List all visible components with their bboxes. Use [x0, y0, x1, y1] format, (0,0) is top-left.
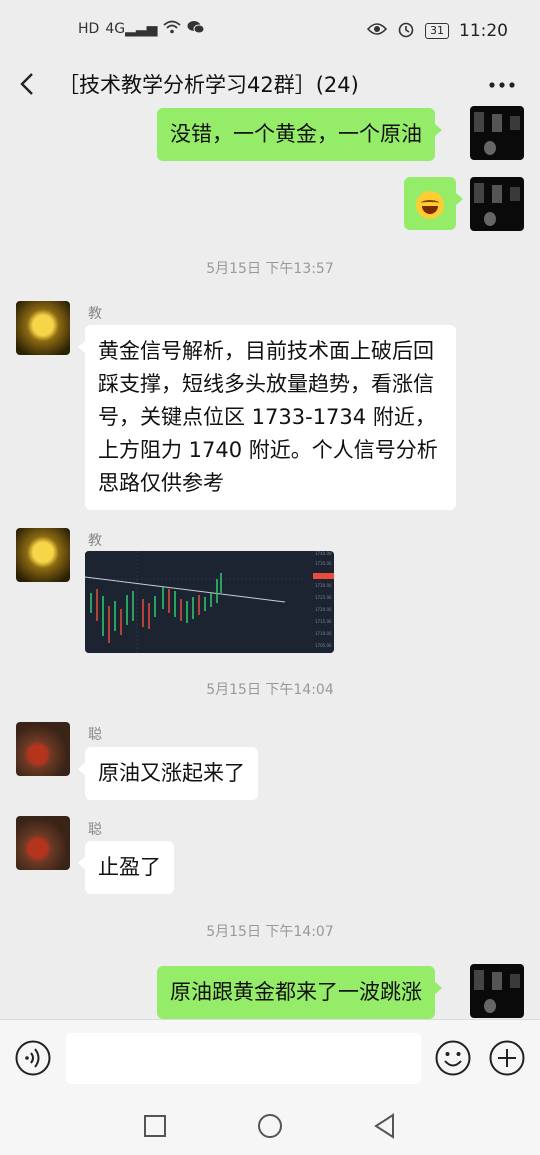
square-icon: [144, 1115, 166, 1137]
more-dots-icon: [489, 82, 515, 88]
battery-level: 31: [430, 24, 444, 37]
system-nav-bar: [0, 1097, 540, 1155]
more-options-button[interactable]: [484, 66, 520, 102]
svg-text:1740.00: 1740.00: [315, 551, 332, 556]
cong-avatar[interactable]: [16, 816, 70, 870]
back-button[interactable]: [14, 66, 44, 102]
emoji-button[interactable]: [435, 1040, 471, 1076]
timestamp: 5月15日 下午13:57: [206, 261, 334, 277]
svg-text:1705.00: 1705.00: [315, 643, 332, 648]
message-bubble[interactable]: 黄金信号解析，目前技术面上破后回踩支撑，短线多头放量趋势，看涨信号，关键点位区 …: [78, 325, 456, 510]
chat-header: ［技术教学分析学习42群］(24): [0, 62, 540, 106]
more-functions-button[interactable]: [489, 1040, 525, 1076]
cong-avatar[interactable]: [16, 722, 70, 776]
chat-title: ［技术教学分析学习42群］(24): [58, 73, 359, 97]
laughing-tears-emoji-icon: [416, 191, 444, 219]
triangle-back-icon: [374, 1113, 394, 1139]
home-button[interactable]: [255, 1111, 285, 1141]
message-bubble[interactable]: 止盈了: [78, 841, 174, 894]
hd-network-icon: HD: [78, 21, 100, 37]
timestamp: 5月15日 下午14:04: [206, 682, 334, 698]
alarm-icon: [397, 20, 415, 42]
timestamp: 5月15日 下午14:07: [206, 924, 334, 940]
self-avatar[interactable]: [470, 177, 524, 231]
recent-apps-button[interactable]: [140, 1111, 170, 1141]
message-bubble[interactable]: 原油又涨起来了: [78, 747, 258, 800]
self-avatar[interactable]: [470, 964, 524, 1018]
svg-text:1735.00: 1735.00: [315, 561, 332, 566]
chevron-left-icon: [20, 73, 33, 95]
back-nav-button[interactable]: [370, 1111, 400, 1141]
teacher-avatar[interactable]: [16, 301, 70, 355]
status-bar: HD 4G▂▃▅ 31 11:20: [0, 0, 540, 62]
signal-icon: 4G▂▃▅: [105, 21, 158, 37]
circle-icon: [258, 1114, 282, 1138]
wifi-icon: [163, 20, 181, 38]
svg-text:1730.00: 1730.00: [315, 583, 332, 588]
clock: 11:20: [459, 21, 508, 41]
voice-icon: [15, 1040, 51, 1076]
status-left: HD 4G▂▃▅: [78, 20, 205, 38]
svg-text:1715.00: 1715.00: [315, 619, 332, 624]
input-bar: [0, 1019, 540, 1097]
message-input[interactable]: [66, 1033, 421, 1084]
message-bubble[interactable]: 没错，一个黄金，一个原油: [157, 108, 442, 161]
gold-price-chart-image[interactable]: 1740.00 1735.00 1730.00 1725.00 1720.00 1715…: [85, 551, 334, 653]
svg-text:1720.00: 1720.00: [315, 607, 332, 612]
self-avatar[interactable]: [470, 106, 524, 160]
message-bubble[interactable]: 原油跟黄金都来了一波跳涨: [157, 966, 442, 1019]
svg-text:1725.00: 1725.00: [315, 595, 332, 600]
plus-circle-icon: [489, 1040, 525, 1076]
voice-button[interactable]: [15, 1040, 51, 1076]
status-right: 31 11:20: [366, 20, 508, 42]
eye-comfort-icon: [366, 22, 388, 40]
smiley-icon: [435, 1040, 471, 1076]
message-bubble[interactable]: [404, 177, 463, 230]
wechat-icon: [187, 20, 205, 38]
teacher-avatar[interactable]: [16, 528, 70, 582]
svg-text:1710.00: 1710.00: [315, 631, 332, 636]
battery-icon: 31: [425, 23, 449, 39]
signal-label: 4G: [105, 21, 126, 37]
